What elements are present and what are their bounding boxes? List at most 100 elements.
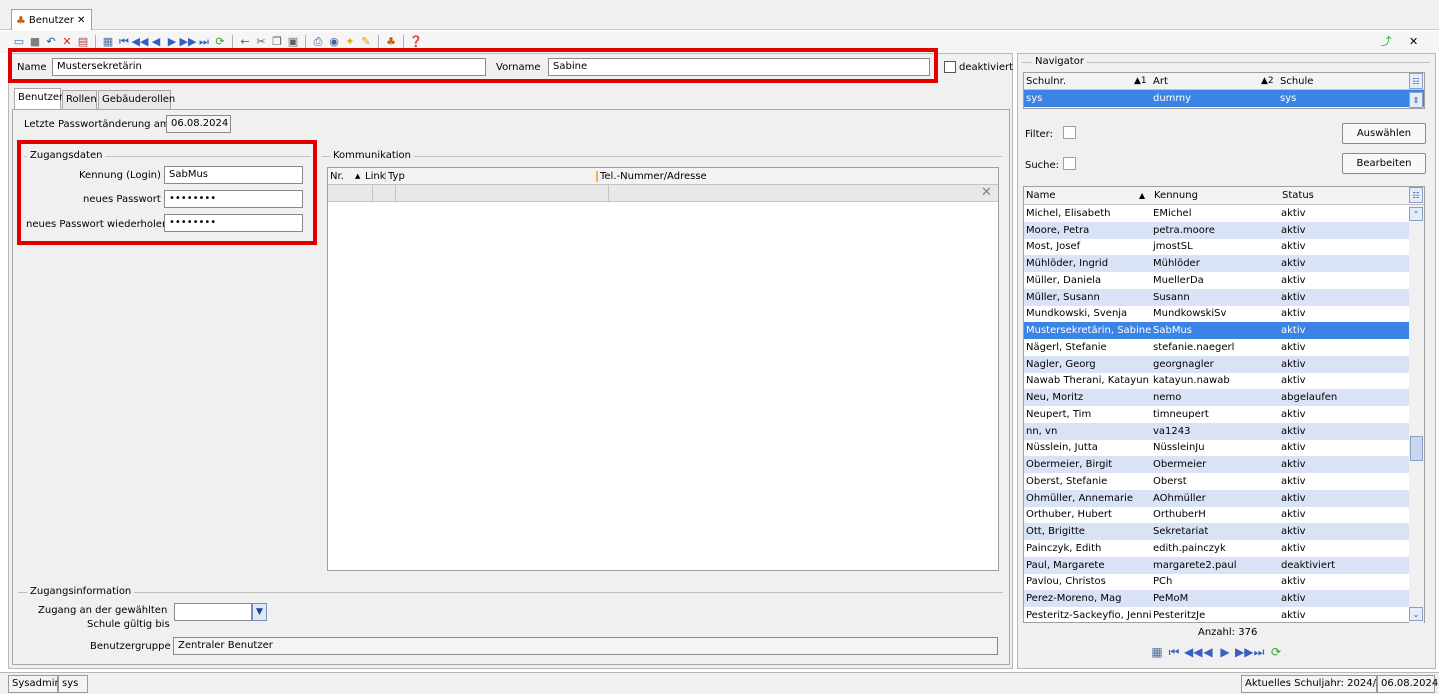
list-icon[interactable]: ▦ (101, 35, 115, 49)
pw2-input[interactable]: •••••••• (164, 214, 303, 232)
table-row[interactable]: Müller, Susann Susann aktiv (1024, 288, 1424, 306)
scroll-thumb[interactable] (1410, 436, 1423, 461)
back-arrow-icon[interactable]: ← (238, 35, 252, 49)
scroll-updown-icon[interactable]: ⇕ (1409, 92, 1423, 108)
name-input[interactable]: Mustersekretärin (52, 58, 486, 76)
first-icon[interactable]: ⏮ (1167, 645, 1181, 660)
table-row[interactable]: Paul, Margarete margarete2.paul deaktivier… (1024, 556, 1424, 574)
next-page-icon[interactable]: ▶▶ (180, 35, 197, 49)
col-link[interactable]: Link (363, 170, 386, 182)
col-typ[interactable]: Typ (386, 170, 598, 182)
prev-page-icon[interactable]: ◀◀ (132, 35, 149, 49)
table-row[interactable]: Nägerl, Stefanie stefanie.naegerl aktiv (1024, 339, 1424, 356)
tab-gebaeuderollen[interactable]: Gebäuderollen (98, 90, 175, 110)
refresh-icon[interactable]: ⟳ (1269, 645, 1283, 660)
vorname-input[interactable]: Sabine (548, 58, 930, 76)
user-status-cell: aktiv (1281, 509, 1306, 521)
table-row[interactable]: Müller, Daniela MuellerDa aktiv (1024, 272, 1424, 289)
user-name-cell: Ohmüller, Annemarie (1026, 492, 1134, 504)
tab-benutzer[interactable]: ♣ Benutzer ✕ (11, 9, 92, 30)
last-icon[interactable]: ⏭ (1252, 645, 1266, 660)
col-nr[interactable]: Nr. (328, 171, 355, 182)
table-row[interactable]: Painczyk, Edith edith.painczyk aktiv (1024, 540, 1424, 557)
cut-icon[interactable]: ✂ (254, 35, 268, 49)
print-icon[interactable]: ⎙ (311, 35, 325, 49)
refresh-icon[interactable]: ⟳ (213, 35, 227, 49)
table-row[interactable]: Mundkowski, Svenja MundkowskiSv aktiv (1024, 306, 1424, 323)
table-row[interactable]: Pavlou, Christos PCh aktiv (1024, 574, 1424, 591)
help-icon[interactable]: ❓ (409, 35, 423, 49)
kommunikation-new-row[interactable] (328, 185, 998, 202)
table-row[interactable]: Mühlöder, Ingrid Mühlöder aktiv (1024, 255, 1424, 272)
table-row[interactable]: Pesteritz-Sackeyfio, JenniferPesteritzJe… (1024, 607, 1424, 622)
table-row[interactable]: Ohmüller, Annemarie AOhmüller aktiv (1024, 489, 1424, 507)
tip-icon[interactable]: ✦ (343, 35, 357, 49)
col-schule[interactable]: Schule (1278, 76, 1313, 87)
prev-page-icon[interactable]: ◀◀ (1184, 645, 1202, 660)
deaktiviert-checkbox[interactable] (944, 61, 956, 73)
new-icon[interactable]: ▭ (12, 35, 26, 49)
col-adresse[interactable]: Tel.-Nummer/Adresse (598, 171, 968, 182)
next-icon[interactable]: ▶ (1218, 645, 1232, 660)
prev-icon[interactable]: ◀ (1201, 645, 1215, 660)
table-row[interactable]: Neu, Moritz nemo abgelaufen (1024, 389, 1424, 406)
prev-icon[interactable]: ◀ (149, 35, 163, 49)
delete-row-icon[interactable]: ✕ (981, 185, 992, 200)
table-row[interactable]: Moore, Petra petra.moore aktiv (1024, 221, 1424, 239)
first-icon[interactable]: ⏮ (117, 35, 131, 49)
auswaehlen-button[interactable]: Auswählen (1342, 123, 1426, 144)
window-close-icon[interactable]: ✕ (1409, 35, 1418, 48)
form-icon[interactable]: ▤ (76, 35, 90, 49)
user-list-scrollbar[interactable]: ⌃ ⌄ (1409, 205, 1424, 623)
scroll-up-icon[interactable]: ⌃ (1409, 207, 1423, 221)
table-row[interactable]: Most, Josef jmostSL aktiv (1024, 239, 1424, 256)
table-row[interactable]: Oberst, Stefanie Oberst aktiv (1024, 473, 1424, 490)
table-row[interactable]: Perez-Moreno, Mag PeMoM aktiv (1024, 590, 1424, 607)
table-row[interactable]: Nüsslein, Jutta NüssleinJu aktiv (1024, 440, 1424, 457)
save-icon[interactable]: ■ (28, 35, 42, 49)
table-row[interactable]: Ott, Brigitte Sekretariat aktiv (1024, 523, 1424, 540)
column-chooser-icon[interactable]: ☷ (1409, 187, 1423, 203)
table-row[interactable]: Obermeier, Birgit Obermeier aktiv (1024, 456, 1424, 473)
login-input[interactable]: SabMus (164, 166, 303, 184)
table-row[interactable]: Neupert, Tim timneupert aktiv (1024, 406, 1424, 423)
tab-benutzer-sub[interactable]: Benutzer (14, 88, 63, 110)
filter-checkbox[interactable] (1063, 126, 1076, 139)
table-row[interactable]: Nawab Therani, Katayun katayun.nawab aktiv (1024, 373, 1424, 390)
tab-close-icon[interactable]: ✕ (77, 15, 85, 26)
user-kennung-cell: OrthuberH (1153, 509, 1206, 521)
preview-icon[interactable]: ◉ (327, 35, 341, 49)
copy-icon[interactable]: ❐ (270, 35, 284, 49)
next-page-icon[interactable]: ▶▶ (1235, 645, 1253, 660)
table-row[interactable]: Nagler, Georg georgnagler aktiv (1024, 355, 1424, 373)
gueltig-date-input[interactable] (174, 603, 252, 621)
user-tool-icon[interactable]: ♣ (384, 35, 398, 49)
suche-checkbox[interactable] (1063, 157, 1076, 170)
user-status-cell: aktiv (1281, 224, 1306, 236)
school-row[interactable]: sys dummy sys (1024, 90, 1424, 107)
scroll-down-icon[interactable]: ⌄ (1409, 607, 1423, 621)
col-schulnr[interactable]: Schulnr. (1024, 76, 1134, 87)
user-name-cell: Oberst, Stefanie (1026, 475, 1108, 487)
clean-icon[interactable]: ✎ (359, 35, 373, 49)
col-kennung[interactable]: Kennung (1152, 190, 1280, 201)
table-row[interactable]: Michel, Elisabeth EMichel aktiv (1024, 205, 1424, 222)
export-icon[interactable]: ⤴ (1379, 35, 1393, 49)
undo-icon[interactable]: ↶ (44, 35, 58, 49)
last-icon[interactable]: ⏭ (197, 35, 211, 49)
col-status[interactable]: Status (1280, 190, 1314, 201)
paste-icon[interactable]: ▣ (286, 35, 300, 49)
tab-rollen[interactable]: Rollen (62, 90, 97, 110)
table-row[interactable]: nn, vn va1243 aktiv (1024, 422, 1424, 440)
pw-input[interactable]: •••••••• (164, 190, 303, 208)
chevron-down-icon[interactable]: ▼ (252, 603, 267, 621)
table-row[interactable]: Mustersekretärin, Sabine SabMus aktiv (1024, 322, 1424, 339)
next-icon[interactable]: ▶ (165, 35, 179, 49)
col-name[interactable]: Name (1024, 190, 1139, 201)
col-art[interactable]: Art (1151, 76, 1261, 87)
list-icon[interactable]: ▦ (1150, 645, 1164, 660)
bearbeiten-button[interactable]: Bearbeiten (1342, 153, 1426, 174)
delete-icon[interactable]: ✕ (60, 35, 74, 49)
table-row[interactable]: Orthuber, Hubert OrthuberH aktiv (1024, 507, 1424, 524)
column-chooser-icon[interactable]: ☷ (1409, 73, 1423, 89)
